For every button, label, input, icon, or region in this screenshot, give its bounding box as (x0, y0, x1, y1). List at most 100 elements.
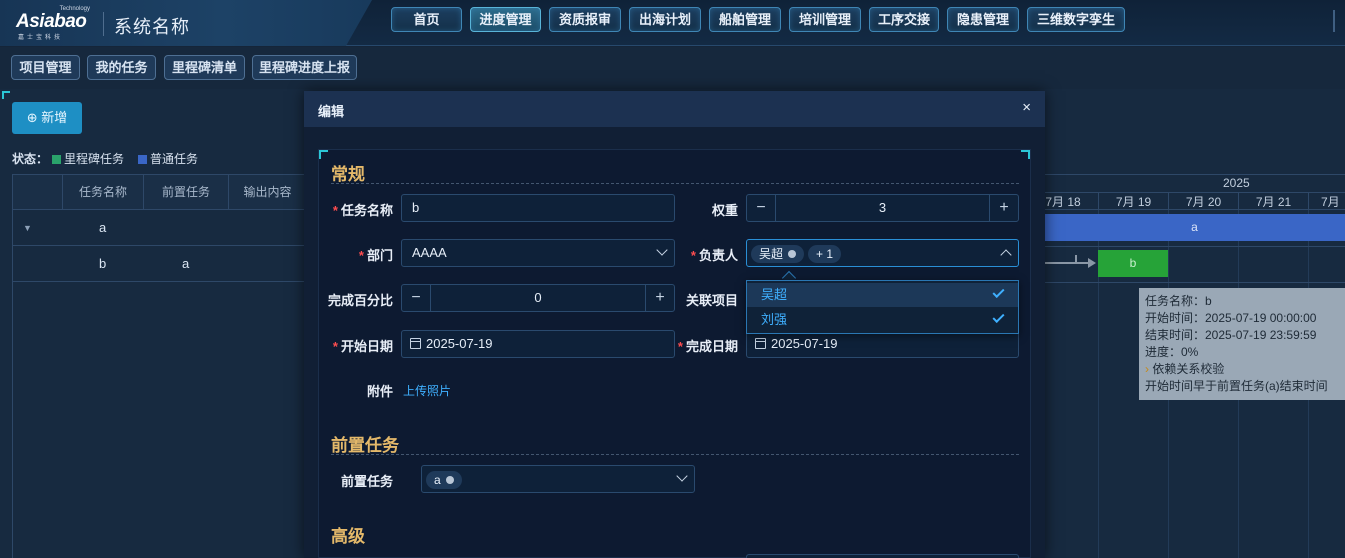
gantt-day: 7月 19 (1098, 193, 1168, 211)
task-grid: 任务名称 前置任务 输出内容 ▼ a b a (12, 174, 306, 558)
nav-progress[interactable]: 进度管理 (470, 7, 541, 32)
weight-label: 权重 (711, 203, 738, 218)
warning-icon: › (1145, 362, 1149, 376)
table-row[interactable]: b a (13, 246, 306, 282)
top-header: Technology Asiabao 嘉士宝科技 系统名称 首页 进度管理 资质… (0, 0, 1345, 46)
modal-corner (319, 150, 328, 159)
plus-icon[interactable]: + (646, 285, 674, 311)
dept-label: * 部门 (358, 248, 393, 263)
close-icon[interactable]: × (1022, 99, 1031, 116)
gantt-days-row: 7月 18 7月 19 7月 20 7月 21 7月 (1044, 192, 1345, 211)
logo-subtext: 嘉士宝科技 (18, 35, 64, 41)
gantt-year: 2025 (1223, 176, 1250, 190)
minus-icon[interactable]: − (402, 285, 430, 311)
modal-corner (1021, 150, 1030, 159)
attach-label: 附件 (366, 384, 393, 399)
nav-training[interactable]: 培训管理 (789, 7, 861, 32)
owner-dropdown: 吴超 刘强 (746, 280, 1019, 334)
weight-stepper: − 3 + (746, 194, 1019, 222)
nav-qualification[interactable]: 资质报审 (549, 7, 621, 32)
status-milestone: 里程碑任务 (64, 152, 125, 166)
dept-value: AAAA (412, 245, 447, 260)
section-advanced: 高级 (331, 527, 365, 546)
dept-select[interactable]: AAAA (401, 239, 675, 267)
nav-hazard[interactable]: 隐患管理 (947, 7, 1019, 32)
end-date-label: * 完成日期 (677, 339, 738, 354)
tag-close-icon[interactable] (445, 475, 454, 484)
row-task-name: a (99, 220, 107, 235)
owner-option[interactable]: 吴超 (747, 283, 1018, 307)
grid-header-output: 输出内容 (229, 174, 306, 210)
nav-handover[interactable]: 工序交接 (869, 7, 939, 32)
gantt-bar-b[interactable]: b (1098, 250, 1168, 277)
tag-close-icon[interactable] (788, 249, 797, 258)
tooltip-line: 开始时间：2025-07-19 00:00:00 (1145, 311, 1317, 325)
percent-stepper: − 0 + (401, 284, 675, 312)
tooltip-warn-title: 依赖关系校验 (1152, 362, 1225, 376)
chevron-up-icon (1000, 249, 1012, 261)
gantt-day: 7月 20 (1168, 193, 1238, 211)
tooltip-line: 结束时间：2025-07-19 23:59:59 (1145, 328, 1317, 342)
tooltip-line: 进度：0% (1145, 345, 1199, 359)
start-date-input[interactable]: 2025-07-19 (401, 330, 675, 358)
percent-label: 完成百分比 (327, 293, 393, 308)
modal-title: 编辑 (318, 104, 345, 119)
sub-navigation: 项目管理 我的任务 里程碑清单 里程碑进度上报 (0, 47, 1345, 89)
nav-vessel[interactable]: 船舶管理 (709, 7, 781, 32)
percent-value[interactable]: 0 (430, 285, 646, 311)
gantt-tooltip: 任务名称：b 开始时间：2025-07-19 00:00:00 结束时间：202… (1139, 288, 1345, 400)
calendar-icon (410, 338, 421, 349)
chevron-down-icon (676, 470, 688, 482)
pre-task-select[interactable]: a (421, 465, 695, 493)
logo: Technology Asiabao 嘉士宝科技 (14, 6, 92, 41)
plus-icon[interactable]: + (990, 195, 1018, 221)
minus-icon[interactable]: − (747, 195, 775, 221)
task-name-input[interactable]: b (401, 194, 675, 222)
task-name-label: * 任务名称 (332, 203, 393, 218)
upload-photo-link[interactable]: 上传照片 (403, 382, 451, 399)
section-general: 常规 (331, 165, 365, 184)
subtab-milestone-report[interactable]: 里程碑进度上报 (252, 55, 357, 80)
owner-select[interactable]: 吴超 + 1 (746, 239, 1019, 267)
table-row[interactable]: ▼ a (13, 210, 306, 246)
check-icon (992, 310, 1005, 324)
tooltip-warn-msg: 开始时间早于前置任务(a)结束时间 (1145, 379, 1328, 393)
subtab-my-tasks[interactable]: 我的任务 (87, 55, 156, 80)
owner-tag[interactable]: 吴超 (751, 244, 805, 263)
chevron-down-icon (656, 244, 668, 256)
end-date-input[interactable]: 2025-07-19 (746, 330, 1019, 358)
grid-header-name: 任务名称 (63, 174, 144, 210)
status-normal: 普通任务 (150, 152, 199, 166)
calendar-icon (755, 338, 766, 349)
section-divider (331, 183, 1019, 184)
weight-value[interactable]: 3 (775, 195, 990, 221)
add-button[interactable]: ⊕ 新增 (12, 102, 82, 134)
pre-task-tag[interactable]: a (426, 470, 462, 489)
gantt-bar-a[interactable]: a (1044, 214, 1345, 241)
gantt-day: 7月 (1308, 193, 1345, 211)
owner-label: * 负责人 (690, 248, 738, 263)
section-predecessor: 前置任务 (331, 436, 399, 455)
project-label: 关联项目 (685, 293, 738, 308)
subtab-milestones[interactable]: 里程碑清单 (164, 55, 245, 80)
pre-task-label: 前置任务 (340, 474, 393, 489)
check-icon (992, 285, 1005, 299)
start-date-label: * 开始日期 (332, 339, 393, 354)
nav-voyage-plan[interactable]: 出海计划 (629, 7, 701, 32)
nav-home[interactable]: 首页 (391, 7, 462, 32)
advanced-field-partial[interactable] (746, 554, 1019, 558)
status-label: 状态： (12, 152, 49, 166)
gantt-row-border (1044, 282, 1345, 283)
grid-header-blank (13, 174, 63, 210)
status-legend: 状态： 里程碑任务 普通任务 (12, 150, 198, 167)
tooltip-line: 任务名称：b (1145, 294, 1212, 308)
owner-more-tag: + 1 (808, 244, 842, 263)
end-date-value: 2025-07-19 (771, 336, 838, 351)
grid-header-pre: 前置任务 (144, 174, 229, 210)
nav-digital-twin[interactable]: 三维数字孪生 (1027, 7, 1125, 32)
subtab-project[interactable]: 项目管理 (11, 55, 80, 80)
row-task-name: b (99, 256, 107, 271)
collapse-caret-icon[interactable]: ▼ (23, 210, 32, 246)
content-corner (2, 91, 10, 99)
owner-option[interactable]: 刘强 (747, 308, 1018, 332)
